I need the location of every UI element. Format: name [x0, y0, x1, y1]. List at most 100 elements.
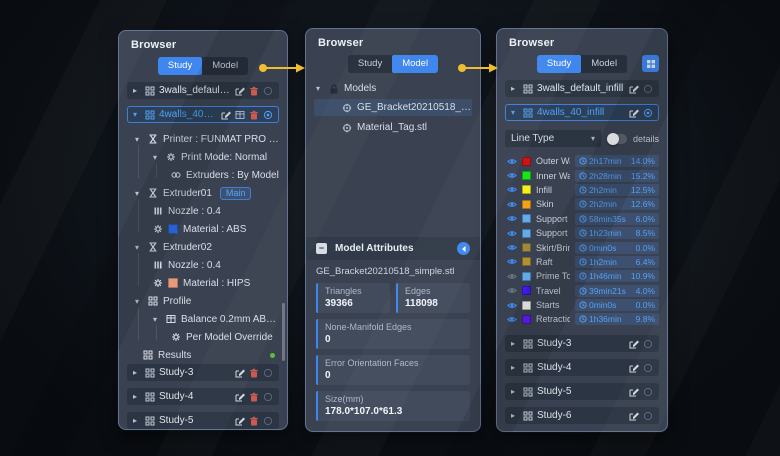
tab-model[interactable]: Model [202, 57, 248, 75]
select-radio-icon[interactable] [263, 368, 273, 378]
study-row-study3[interactable]: ▸ Study-3 [127, 364, 279, 381]
delete-icon[interactable] [249, 416, 259, 426]
study-row-3walls[interactable]: ▸ 3walls_default_infill [127, 82, 279, 99]
tab-model[interactable]: Model [392, 55, 438, 73]
line-type-travel[interactable]: Travel 39min21s4.0% [497, 284, 667, 298]
caret-right-icon[interactable]: ▸ [133, 86, 141, 95]
line-type-dropdown[interactable]: Line Type ▾ [505, 130, 601, 147]
tree-row-balance-profile[interactable]: ▾ Balance 0.2mm ABS&HIPS [127, 310, 279, 328]
model-row[interactable]: Material_Tag.stl [314, 119, 472, 136]
edit-icon[interactable] [629, 108, 639, 118]
select-radio-icon[interactable] [643, 339, 653, 349]
select-radio-icon[interactable] [263, 416, 273, 426]
edit-icon[interactable] [235, 368, 245, 378]
line-type-starts[interactable]: Starts 0min0s0.0% [497, 298, 667, 312]
tab-study[interactable]: Study [158, 57, 202, 75]
table-icon[interactable] [235, 110, 245, 120]
line-type-retraction[interactable]: Retraction 1h36min9.8% [497, 312, 667, 326]
tree-row-nozzle1[interactable]: Nozzle : 0.4 [127, 202, 279, 220]
caret-right-icon[interactable]: ▸ [511, 411, 519, 420]
tree-row-results[interactable]: Results [127, 346, 279, 364]
study-row-study5[interactable]: ▸ Study-5 [127, 412, 279, 429]
caret-right-icon[interactable]: ▸ [511, 363, 519, 372]
edit-icon[interactable] [629, 411, 639, 421]
tree-row-per-model-override[interactable]: Per Model Override [127, 328, 279, 346]
study-row-study4[interactable]: ▸ Study-4 [505, 359, 659, 376]
caret-right-icon[interactable]: ▸ [511, 387, 519, 396]
models-group-row[interactable]: ▾ Models [306, 80, 480, 97]
tab-study[interactable]: Study [348, 55, 392, 73]
line-type-support[interactable]: Support 1h23min8.5% [497, 226, 667, 240]
tab-model[interactable]: Model [581, 55, 627, 73]
line-type-infill[interactable]: Infill 2h2min12.5% [497, 183, 667, 197]
study-row-study3[interactable]: ▸ Study-3 [505, 335, 659, 352]
edit-icon[interactable] [235, 392, 245, 402]
details-toggle[interactable] [607, 134, 627, 144]
select-radio-icon[interactable] [263, 86, 273, 96]
caret-down-icon[interactable]: ▾ [133, 110, 141, 119]
caret-down-icon[interactable]: ▾ [511, 108, 519, 117]
edit-icon[interactable] [235, 416, 245, 426]
caret-down-icon[interactable]: ▾ [153, 315, 161, 324]
select-radio-icon[interactable] [643, 363, 653, 373]
tree-row-extruders[interactable]: Extruders : By Model [127, 166, 279, 184]
tree-row-extruder01[interactable]: ▾ Extruder01 Main [127, 184, 279, 202]
eye-icon[interactable] [507, 200, 517, 209]
caret-down-icon[interactable]: ▾ [135, 243, 143, 252]
eye-icon[interactable] [507, 257, 517, 266]
tree-row-extruder02[interactable]: ▾ Extruder02 [127, 238, 279, 256]
study-row-4walls-selected[interactable]: ▾ 4walls_40_infill [505, 104, 659, 121]
edit-icon[interactable] [235, 86, 245, 96]
edit-icon[interactable] [629, 84, 639, 94]
caret-down-icon[interactable]: ▾ [153, 153, 161, 162]
tree-row-material1[interactable]: Material : ABS [127, 220, 279, 238]
eye-off-icon[interactable] [507, 286, 517, 295]
line-type-inner-wall[interactable]: Inner Wall 2h28min15.2% [497, 168, 667, 182]
model-attributes-header[interactable]: − Model Attributes [306, 237, 480, 260]
caret-right-icon[interactable]: ▸ [511, 339, 519, 348]
line-type-support-interface[interactable]: Support Interface 58min35s6.0% [497, 212, 667, 226]
eye-icon[interactable] [507, 315, 517, 324]
caret-down-icon[interactable]: ▾ [135, 189, 143, 198]
delete-icon[interactable] [249, 392, 259, 402]
tab-study[interactable]: Study [537, 55, 581, 73]
eye-icon[interactable] [507, 185, 517, 194]
delete-icon[interactable] [249, 86, 259, 96]
caret-down-icon[interactable]: ▾ [316, 84, 324, 93]
caret-down-icon[interactable]: ▾ [135, 297, 143, 306]
select-radio-icon[interactable] [643, 387, 653, 397]
study-row-study6[interactable]: ▸ Study-6 [505, 407, 659, 424]
select-radio-icon[interactable] [263, 392, 273, 402]
selected-target-icon[interactable] [263, 110, 273, 120]
edit-icon[interactable] [629, 339, 639, 349]
line-type-skirt-brim[interactable]: Skirt/Brim 0min0s0.0% [497, 240, 667, 254]
line-type-outer-wall[interactable]: Outer Wall 2h17min14.0% [497, 154, 667, 168]
eye-icon[interactable] [507, 171, 517, 180]
study-row-study4[interactable]: ▸ Study-4 [127, 388, 279, 405]
eye-icon[interactable] [507, 301, 517, 310]
tree-row-profile[interactable]: ▾ Profile [127, 292, 279, 310]
eye-icon[interactable] [507, 157, 517, 166]
line-type-prime-tower[interactable]: Prime Tower 1h46min10.9% [497, 269, 667, 283]
delete-icon[interactable] [249, 110, 259, 120]
line-type-skin[interactable]: Skin 2h2min12.6% [497, 197, 667, 211]
caret-right-icon[interactable]: ▸ [133, 416, 141, 425]
caret-right-icon[interactable]: ▸ [511, 84, 519, 93]
model-row-selected[interactable]: GE_Bracket20210518_simple.stl [314, 99, 472, 116]
edit-icon[interactable] [221, 110, 231, 120]
tree-row-printer[interactable]: ▾ Printer : FUNMAT PRO 610HT [127, 130, 279, 148]
tree-row-nozzle2[interactable]: Nozzle : 0.4 [127, 256, 279, 274]
compare-studies-button[interactable] [642, 55, 659, 72]
attributes-expand-icon[interactable] [457, 242, 470, 255]
caret-down-icon[interactable]: ▾ [135, 135, 143, 144]
study-row-4walls-selected[interactable]: ▾ 4walls_40_infill [127, 106, 279, 123]
edit-icon[interactable] [629, 363, 639, 373]
study-row-3walls[interactable]: ▸ 3walls_default_infill [505, 80, 659, 97]
eye-icon[interactable] [507, 229, 517, 238]
edit-icon[interactable] [629, 387, 639, 397]
eye-icon[interactable] [507, 214, 517, 223]
collapse-icon[interactable]: − [316, 243, 327, 254]
selected-target-icon[interactable] [643, 108, 653, 118]
eye-icon[interactable] [507, 243, 517, 252]
eye-off-icon[interactable] [507, 272, 517, 281]
